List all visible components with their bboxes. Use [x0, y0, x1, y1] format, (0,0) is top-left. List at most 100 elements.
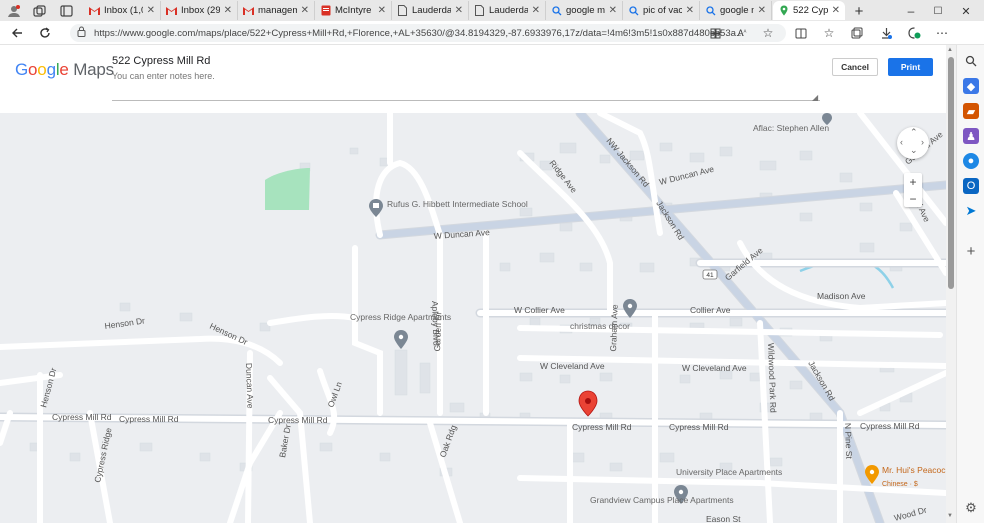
split-screen-icon[interactable] — [792, 24, 810, 42]
location-pin-icon — [578, 390, 598, 417]
favorites-icon[interactable]: ☆ — [820, 24, 838, 42]
compass-right-icon[interactable]: › — [921, 137, 924, 147]
road-label: Cypress Mill Rd — [52, 412, 112, 422]
gmail-icon — [166, 5, 177, 16]
poi-subtitle: Chinese · $ — [882, 481, 918, 488]
tab-mcintyre[interactable]: McIntyre ✕ — [315, 1, 392, 20]
poi-label: Mr. Hui's Peacock Express — [882, 465, 946, 475]
more-options-icon[interactable]: ⋯ — [933, 24, 951, 42]
games-icon[interactable]: ♟ — [963, 128, 979, 144]
poi-label: Aflac: Stephen Allen — [753, 123, 829, 133]
road-label: Henson Dr — [104, 315, 146, 331]
gmail-icon — [89, 5, 100, 16]
road-label: Baker Dr — [277, 423, 293, 458]
poi-label: Grandview Campus Place Apartments — [590, 495, 734, 505]
road-label: W Collier Ave — [514, 305, 565, 315]
scroll-up-icon[interactable]: ▲ — [947, 47, 953, 53]
tab-actions-icon[interactable] — [58, 3, 74, 19]
road-label: Cypress Mill Rd — [669, 422, 729, 432]
tab-google-search-2[interactable]: google m ✕ — [700, 1, 772, 20]
tab-title: pic of vac — [643, 5, 682, 16]
park-area — [265, 168, 310, 210]
map-canvas[interactable]: 41 W Duncan Ave W Duncan Ave NW Jackson … — [0, 113, 946, 523]
close-tab-icon[interactable]: ✕ — [609, 5, 617, 16]
workspaces-icon[interactable] — [31, 3, 47, 19]
road-label: W Cleveland Ave — [540, 361, 605, 371]
url-field[interactable]: https://www.google.com/maps/place/522+Cy… — [70, 24, 786, 42]
profile-icon[interactable] — [6, 3, 22, 19]
tab-title: Inbox (29 — [181, 5, 220, 16]
send-icon[interactable]: ➤ — [963, 203, 979, 219]
zoom-out-button[interactable]: − — [904, 190, 922, 207]
close-tab-icon[interactable]: ✕ — [532, 5, 540, 16]
scroll-down-icon[interactable]: ▼ — [947, 513, 953, 519]
place-title: 522 Cypress Mill Rd — [112, 55, 211, 67]
cancel-button[interactable]: Cancel — [832, 58, 878, 76]
tab-inbox-1[interactable]: Inbox (1,0 ✕ — [84, 1, 161, 20]
tab-522-cypress[interactable]: 522 Cypre ✕ — [773, 1, 845, 20]
sidebar-settings-icon[interactable]: ⚙ — [963, 500, 979, 516]
sidebar-search-icon[interactable] — [963, 53, 979, 69]
road-label: N Pine St — [843, 423, 854, 460]
scrollbar-thumb[interactable] — [948, 57, 954, 289]
close-tab-icon[interactable]: ✕ — [758, 5, 766, 16]
refresh-icon[interactable] — [36, 24, 54, 42]
microsoft-365-icon[interactable]: ● — [963, 153, 979, 169]
read-aloud-icon[interactable]: Aᴬ — [733, 24, 751, 42]
close-tab-icon[interactable]: ✕ — [455, 5, 463, 16]
document-icon — [397, 5, 408, 16]
road-label: Madison Ave — [817, 291, 866, 301]
compass-control[interactable]: ⌃ ‹ › ⌄ — [897, 127, 929, 159]
favorite-star-icon[interactable]: ☆ — [759, 24, 777, 42]
close-tab-icon[interactable]: ✕ — [378, 5, 386, 16]
pdf-icon — [320, 5, 331, 16]
back-icon[interactable] — [8, 24, 26, 42]
maximize-button[interactable]: ☐ — [930, 3, 946, 19]
logo-maps: Maps — [73, 60, 114, 79]
road-label: Duncan Ave — [244, 363, 256, 409]
compass-left-icon[interactable]: ‹ — [900, 137, 903, 147]
map-graphics: 41 W Duncan Ave W Duncan Ave NW Jackson … — [0, 113, 946, 523]
close-tab-icon[interactable]: ✕ — [686, 5, 694, 16]
minimize-button[interactable]: – — [903, 3, 919, 19]
tab-title: Inbox (1,0 — [104, 5, 143, 16]
page-scrollbar[interactable]: ▲ ▼ — [946, 45, 956, 523]
road-label: W Cleveland Ave — [682, 363, 747, 373]
poi-label: Rufus G. Hibbett Intermediate School — [387, 199, 528, 209]
compass-up-icon[interactable]: ⌃ — [910, 127, 918, 138]
tools-briefcase-icon[interactable]: ▰ — [963, 103, 979, 119]
app-available-icon[interactable] — [706, 24, 724, 42]
tab-lauderdale-2[interactable]: Lauderda ✕ — [469, 1, 546, 20]
road-label: Oak Rdg — [437, 423, 458, 458]
shopping-tag-icon[interactable]: ◆ — [963, 78, 979, 94]
resize-handle-icon[interactable]: ◢ — [812, 93, 818, 102]
close-tab-icon[interactable]: ✕ — [147, 5, 155, 16]
new-tab-button[interactable]: + — [851, 3, 867, 20]
outlook-icon[interactable]: O — [963, 178, 979, 194]
lock-icon[interactable] — [77, 26, 86, 40]
print-preview-header: Google Maps 522 Cypress Mill Rd ◢ Cancel… — [0, 45, 946, 113]
close-tab-icon[interactable]: ✕ — [301, 5, 309, 16]
browser-essentials-icon[interactable] — [905, 24, 923, 42]
tab-lauderdale-1[interactable]: Lauderda ✕ — [392, 1, 469, 20]
close-window-button[interactable]: ✕ — [958, 3, 974, 19]
add-sidebar-icon[interactable]: + — [963, 243, 979, 260]
zoom-in-button[interactable]: + — [904, 173, 922, 190]
close-tab-icon[interactable]: ✕ — [224, 5, 232, 16]
logo-google: Google — [15, 60, 69, 79]
compass-down-icon[interactable]: ⌄ — [910, 145, 918, 156]
school-pin-icon — [369, 199, 383, 217]
tab-management[interactable]: manageme ✕ — [238, 1, 315, 20]
close-tab-icon[interactable]: ✕ — [832, 5, 840, 16]
notes-field[interactable] — [112, 71, 820, 101]
print-button[interactable]: Print — [888, 58, 933, 76]
collections-icon[interactable] — [848, 24, 866, 42]
tab-inbox-2[interactable]: Inbox (29 ✕ — [161, 1, 238, 20]
downloads-icon[interactable] — [877, 24, 895, 42]
route-shield-label: 41 — [706, 272, 714, 279]
poi-label: Cypress Ridge Apartments — [350, 312, 451, 322]
tab-google-search-1[interactable]: google m ✕ — [546, 1, 623, 20]
tab-pic-of-vac[interactable]: pic of vac ✕ — [623, 1, 700, 20]
road-label: Henson Dr — [208, 321, 249, 347]
road-label: Cypress Mill Rd — [860, 421, 920, 431]
